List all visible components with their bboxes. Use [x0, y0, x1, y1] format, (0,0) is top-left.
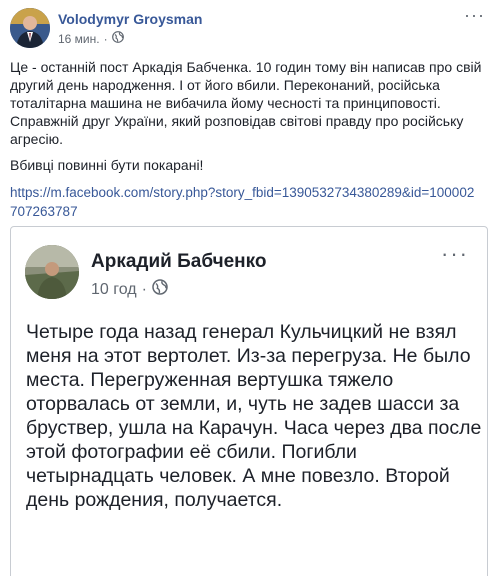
meta-separator: · — [103, 31, 108, 46]
shared-time[interactable]: 10 год — [91, 281, 137, 299]
post-body: Це - останній пост Аркадія Бабченка. 10 … — [10, 58, 488, 182]
shared-post-text: Четыре года назад генерал Кульчицкий не … — [26, 321, 482, 511]
globe-icon[interactable] — [152, 279, 168, 300]
post-paragraph: Вбивці повинні бути покарані! — [10, 157, 204, 173]
post-header: Volodymyr Groysman 16 мин. · ··· — [10, 6, 487, 52]
shared-menu-button[interactable]: ··· — [441, 243, 469, 265]
meta-separator: · — [141, 280, 147, 298]
avatar[interactable] — [10, 8, 50, 48]
shared-link[interactable]: https://m.facebook.com/story.php?story_f… — [10, 183, 480, 221]
post-time[interactable]: 16 мин. — [58, 32, 100, 46]
post-paragraph: Це - останній пост Аркадія Бабченка. 10 … — [10, 59, 482, 147]
shared-author-name[interactable]: Аркадий Бабченко — [91, 251, 267, 273]
post-meta: 16 мин. · — [58, 31, 124, 46]
globe-icon[interactable] — [111, 31, 124, 46]
author-name[interactable]: Volodymyr Groysman — [58, 11, 202, 27]
post-menu-button[interactable]: ··· — [464, 6, 485, 24]
shared-avatar[interactable] — [25, 245, 79, 299]
shared-post-card[interactable]: Аркадий Бабченко 10 год · ··· Четыре год… — [10, 226, 488, 576]
shared-meta: 10 год · — [91, 279, 168, 300]
